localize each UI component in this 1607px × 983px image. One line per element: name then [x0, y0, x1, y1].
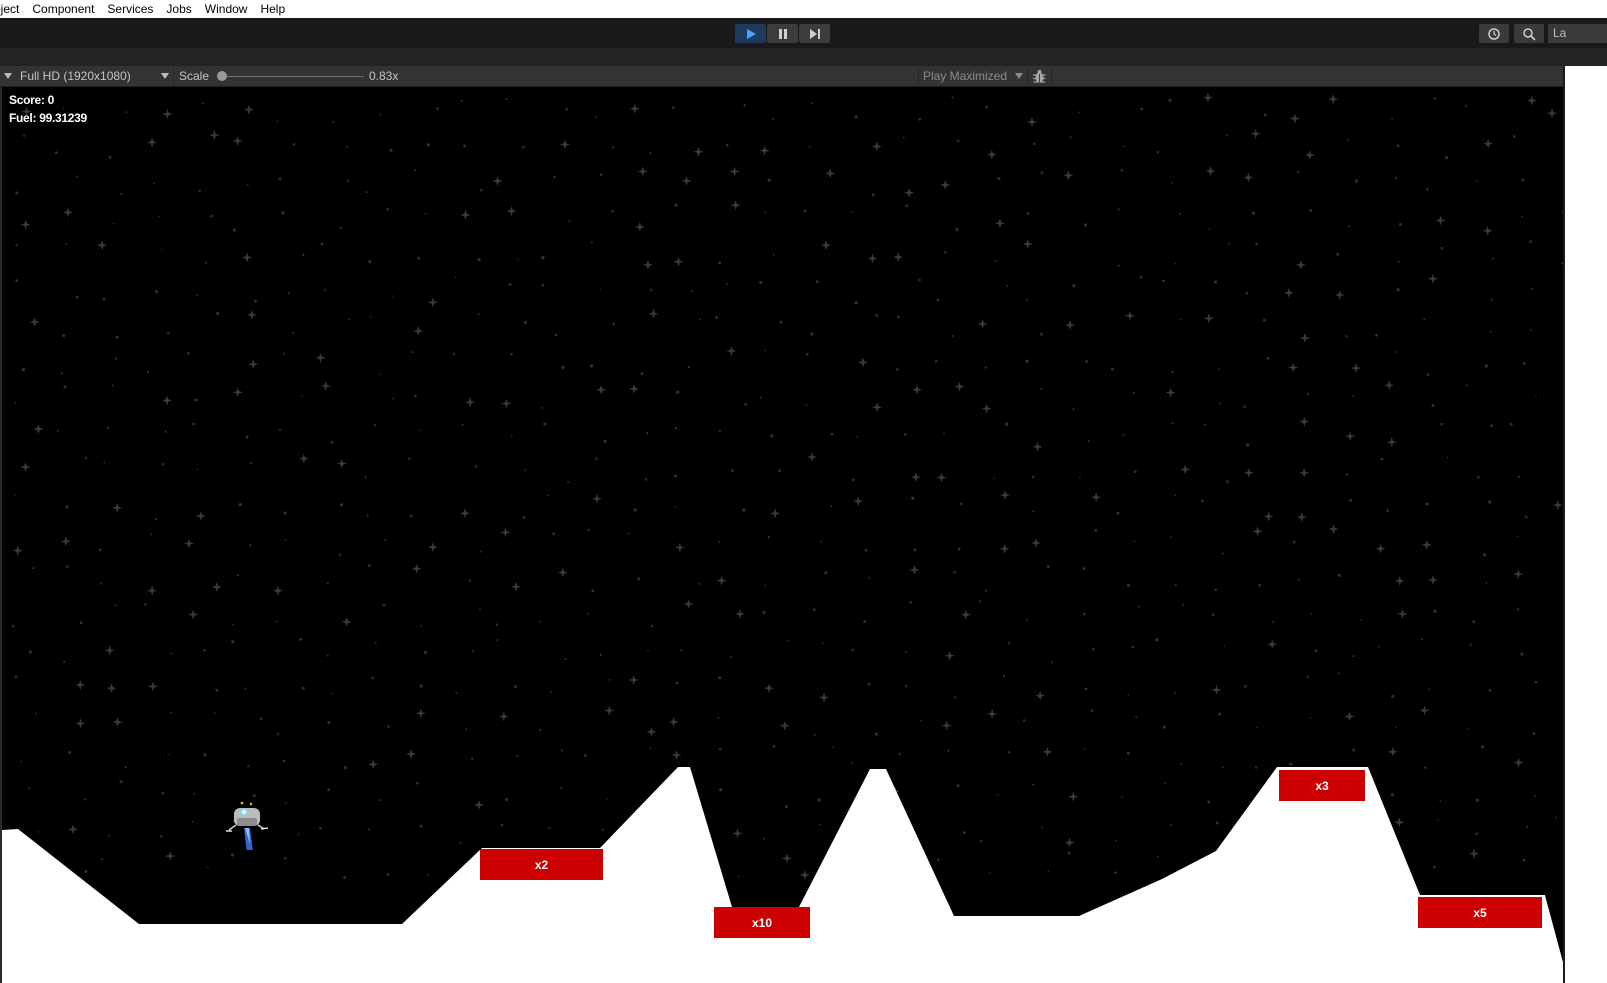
scale-slider-thumb[interactable] [217, 71, 227, 81]
pause-icon [778, 28, 787, 39]
pad-multiplier-label: x10 [751, 915, 773, 930]
landing-pad-x3: x3 [1279, 770, 1365, 801]
play-mode-dropdown-arrow-icon[interactable] [1015, 73, 1023, 80]
scale-label: Scale [179, 69, 210, 83]
menu-item-window[interactable]: Window [205, 2, 248, 16]
landing-pad-x2: x2 [480, 849, 603, 880]
fuel-value: 99.31239 [39, 111, 87, 125]
fuel-display: Fuel99.31239 [9, 111, 87, 125]
main-toolbar: La [0, 18, 1607, 48]
menu-item-help[interactable]: Help [260, 2, 285, 16]
lander-ship-icon [226, 801, 269, 850]
game-view-toolbar: Full HD (1920x1080) Scale 0.83x Play Max… [0, 66, 1607, 87]
history-button[interactable] [1479, 24, 1509, 43]
toolbar-divider [918, 68, 919, 85]
bug-icon[interactable] [1032, 69, 1047, 84]
layout-dropdown[interactable]: La [1548, 24, 1607, 43]
play-icon [746, 28, 756, 39]
menu-item-jobs[interactable]: Jobs [166, 2, 191, 16]
pad-multiplier-label: x3 [1315, 778, 1329, 793]
toolbar-divider [1051, 68, 1052, 85]
score-value: 0 [47, 93, 55, 107]
landing-pad-x5: x5 [1418, 897, 1542, 928]
pad-multiplier-label: x2 [534, 857, 549, 872]
tab-strip [0, 48, 1607, 66]
display-dropdown-arrow-icon[interactable] [4, 73, 12, 80]
menu-item-gameobject[interactable]: bject [0, 2, 19, 16]
toolbar-divider [173, 68, 174, 85]
toolbar-divider [1027, 68, 1028, 85]
resolution-dropdown-arrow-icon[interactable] [161, 73, 169, 80]
step-icon [809, 28, 820, 39]
play-maximized-toggle[interactable]: Play Maximized [923, 66, 1007, 87]
fuel-label: Fuel [9, 111, 39, 125]
right-gutter [1563, 66, 1607, 983]
scale-value: 0.83x [369, 69, 399, 83]
menu-item-component[interactable]: Component [32, 2, 94, 16]
menu-item-services[interactable]: Services [107, 2, 153, 16]
pad-multiplier-label: x5 [1473, 905, 1487, 920]
search-button[interactable] [1514, 24, 1544, 43]
history-icon [1488, 27, 1500, 40]
landing-pad-x10: x10 [714, 907, 810, 938]
search-icon [1523, 27, 1536, 41]
resolution-dropdown[interactable]: Full HD (1920x1080) [20, 66, 131, 87]
step-button[interactable] [799, 24, 830, 43]
pause-button[interactable] [767, 24, 798, 43]
score-display: Score0 [9, 93, 54, 107]
game-viewport[interactable]: Score0 Fuel99.31239 x2 x10 x3 x5 [2, 87, 1563, 983]
playback-controls [735, 24, 830, 43]
play-button[interactable] [735, 24, 766, 43]
scale-slider-track[interactable] [222, 76, 364, 77]
menu-bar: bject Component Services Jobs Window Hel… [0, 0, 1607, 18]
layout-label: La [1553, 26, 1567, 40]
score-label: Score [9, 93, 48, 107]
